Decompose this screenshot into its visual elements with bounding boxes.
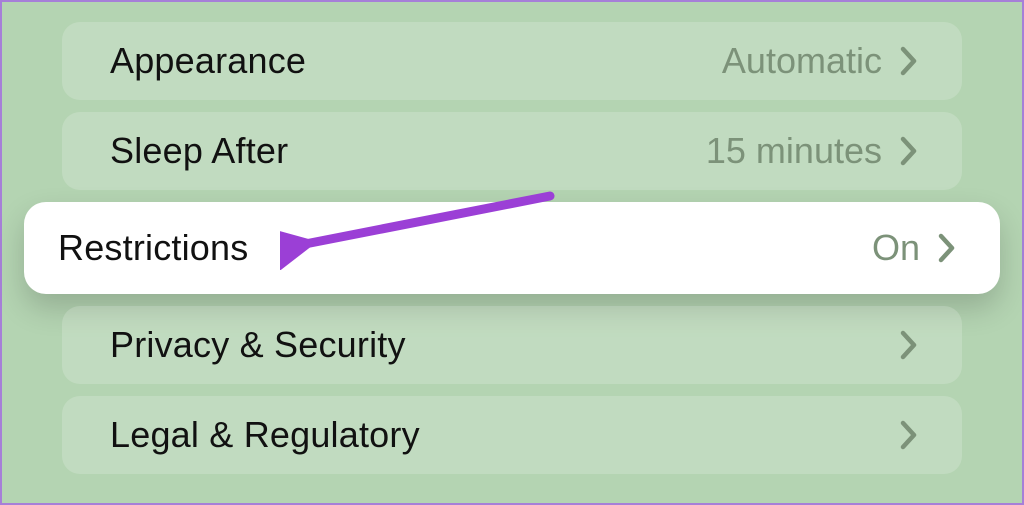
row-right (900, 330, 918, 360)
row-value: Automatic (722, 40, 882, 82)
row-right: On (872, 227, 956, 269)
row-legal-regulatory[interactable]: Legal & Regulatory (62, 396, 962, 474)
row-sleep-after[interactable]: Sleep After 15 minutes (62, 112, 962, 190)
row-label: Privacy & Security (110, 324, 406, 366)
settings-list: Appearance Automatic Sleep After 15 minu… (2, 22, 1022, 474)
row-right: 15 minutes (706, 130, 918, 172)
row-label: Appearance (110, 40, 306, 82)
row-appearance[interactable]: Appearance Automatic (62, 22, 962, 100)
chevron-right-icon (900, 420, 918, 450)
chevron-right-icon (938, 233, 956, 263)
row-right (900, 420, 918, 450)
chevron-right-icon (900, 330, 918, 360)
row-label: Legal & Regulatory (110, 414, 420, 456)
chevron-right-icon (900, 46, 918, 76)
row-label: Sleep After (110, 130, 288, 172)
row-value: 15 minutes (706, 130, 882, 172)
row-restrictions[interactable]: Restrictions On (24, 202, 1000, 294)
row-label: Restrictions (58, 227, 248, 269)
row-value: On (872, 227, 920, 269)
row-right: Automatic (722, 40, 918, 82)
chevron-right-icon (900, 136, 918, 166)
row-privacy-security[interactable]: Privacy & Security (62, 306, 962, 384)
